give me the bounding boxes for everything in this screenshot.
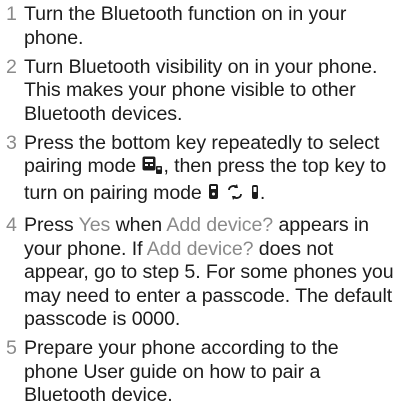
step-1: 1 Turn the Bluetooth function on in your… — [6, 3, 396, 50]
step-text: Prepare your phone according to the phon… — [24, 337, 339, 407]
step-text: Turn the Bluetooth function on in your p… — [24, 3, 347, 49]
add-device-label: Add device? — [166, 213, 274, 236]
step-4: 4 Press Yes when Add device? appears in … — [6, 214, 396, 332]
step-number: 1 — [6, 3, 17, 25]
step-text: Press the bottom key repeatedly to selec… — [24, 132, 396, 209]
step-text: Press Yes when Add device? appears in yo… — [24, 213, 394, 331]
instruction-steps: 1 Turn the Bluetooth function on in your… — [0, 0, 396, 408]
step-5: 5 Prepare your phone according to the ph… — [6, 337, 396, 408]
phone-pair-icon — [207, 182, 221, 209]
pairing-arrows-icon — [226, 182, 244, 209]
step-number: 3 — [6, 131, 17, 154]
step-number: 2 — [6, 55, 17, 78]
step-number: 5 — [6, 337, 17, 360]
step-text: Turn Bluetooth visibility on in your pho… — [24, 55, 378, 125]
headset-icon — [250, 182, 260, 209]
step-number: 4 — [6, 213, 17, 236]
add-device-label: Add device? — [146, 237, 254, 260]
step-3: 3 Press the bottom key repeatedly to sel… — [6, 132, 396, 209]
pairing-mode-icon — [141, 155, 163, 182]
step-2: 2 Turn Bluetooth visibility on in your p… — [6, 56, 396, 127]
yes-label: Yes — [78, 213, 111, 236]
